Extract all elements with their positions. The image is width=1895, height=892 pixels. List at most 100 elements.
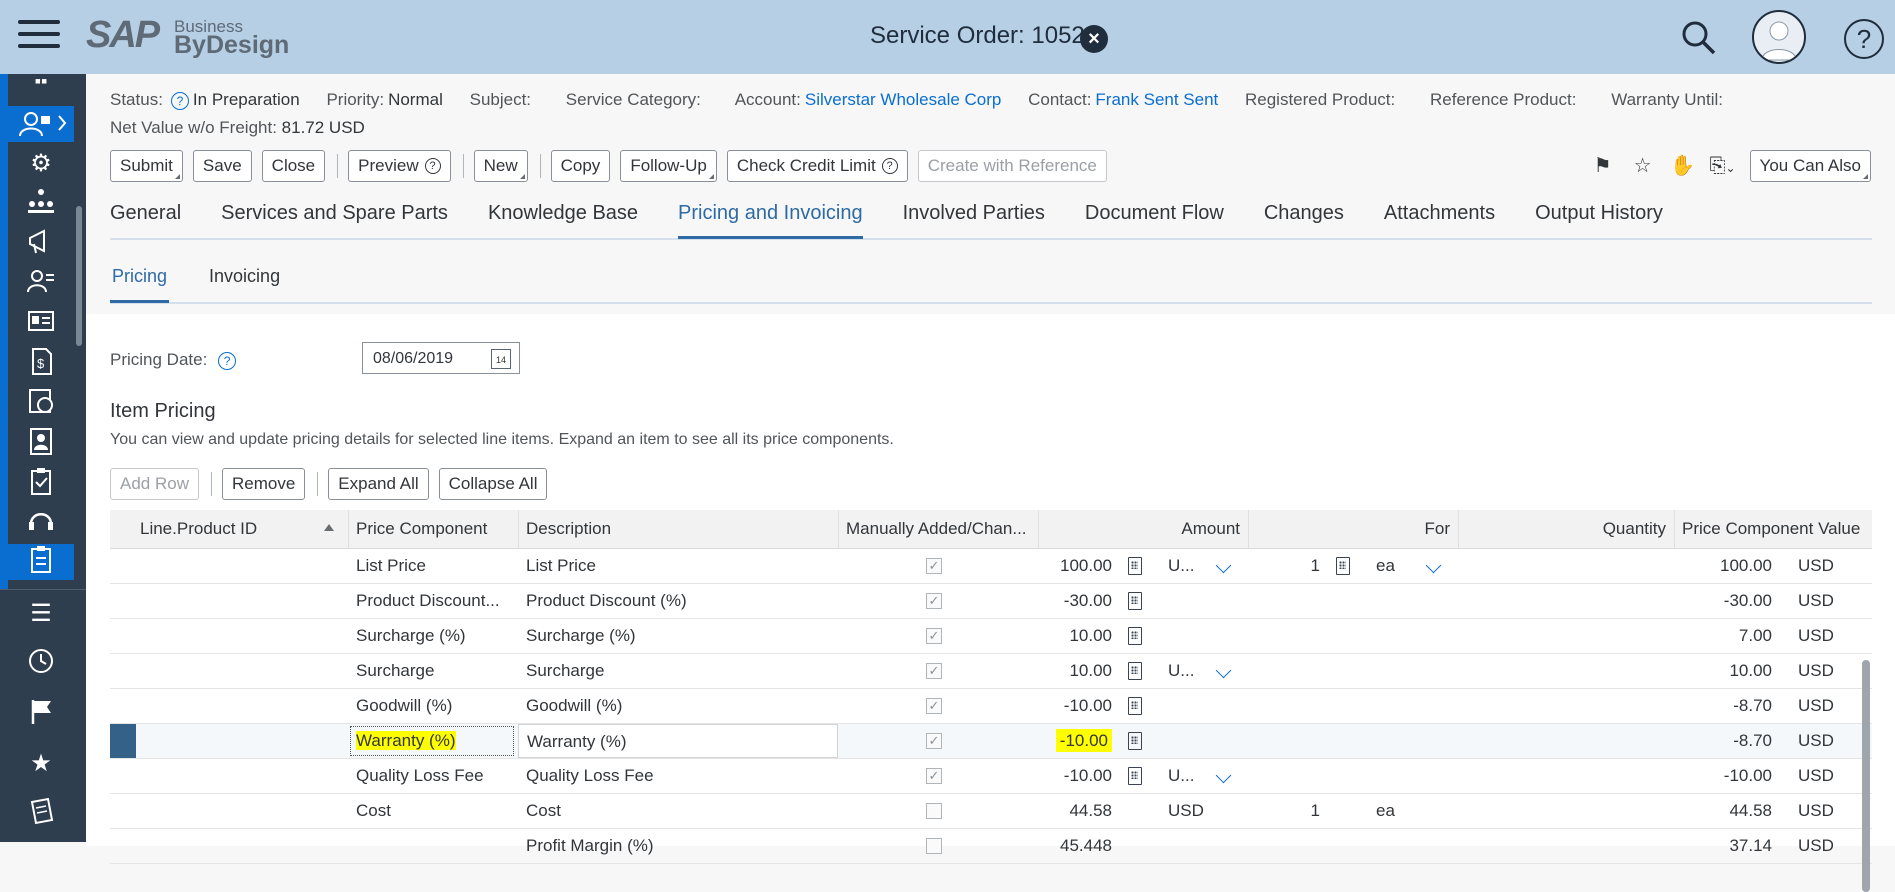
nav-list-icon[interactable]: ☰: [8, 596, 74, 632]
nav-gears-icon[interactable]: ⚙: [8, 146, 74, 182]
status-help-icon[interactable]: ?: [170, 91, 189, 110]
cell-description[interactable]: Goodwill (%): [518, 689, 838, 723]
col-price-component[interactable]: Price Component: [348, 510, 518, 548]
calculator-icon[interactable]: [1128, 662, 1142, 680]
cell-description[interactable]: Surcharge (%): [518, 619, 838, 653]
hamburger-menu-icon[interactable]: [18, 20, 60, 54]
tab-pricing-and-invoicing[interactable]: Pricing and Invoicing: [678, 194, 863, 239]
help-icon[interactable]: ?: [1844, 19, 1884, 59]
preview-button[interactable]: Preview?: [348, 150, 451, 182]
pricing-date-input[interactable]: 08/06/2019 14: [362, 342, 520, 374]
col-description[interactable]: Description: [518, 510, 838, 548]
nav-service-order-icon[interactable]: [8, 544, 74, 580]
copy-button[interactable]: Copy: [550, 150, 611, 182]
chevron-down-icon[interactable]: [1425, 557, 1442, 574]
close-icon[interactable]: ×: [1080, 25, 1108, 53]
cell-description[interactable]: List Price: [518, 549, 838, 583]
nav-megaphone-icon[interactable]: [8, 226, 74, 262]
table-row[interactable]: List Price List Price ✓ 100.00 U... 1 ea…: [110, 549, 1872, 584]
tab-knowledge-base[interactable]: Knowledge Base: [488, 194, 638, 236]
remove-button[interactable]: Remove: [221, 468, 306, 500]
table-row[interactable]: Cost Cost 44.58 USD 1 ea 44.58 USD: [110, 794, 1872, 829]
col-quantity[interactable]: Quantity: [1458, 510, 1674, 548]
cell-amount[interactable]: -10.00: [1038, 759, 1120, 793]
nav-id-card-icon[interactable]: [8, 306, 74, 342]
col-price-component-value[interactable]: Price Component Value: [1674, 510, 1872, 548]
manual-checkbox[interactable]: ✓: [926, 663, 942, 679]
tab-attachments[interactable]: Attachments: [1384, 194, 1495, 236]
search-icon[interactable]: [1680, 19, 1716, 55]
nav-web-doc-icon[interactable]: [8, 386, 74, 422]
tab-changes[interactable]: Changes: [1264, 194, 1344, 236]
cell-amount[interactable]: 10.00: [1038, 619, 1120, 653]
tab-general[interactable]: General: [110, 194, 181, 236]
calendar-icon[interactable]: 14: [491, 349, 511, 369]
cell-amount[interactable]: 100.00: [1038, 549, 1120, 583]
nav-headset-icon[interactable]: [8, 506, 74, 542]
manual-checkbox[interactable]: ✓: [926, 593, 942, 609]
cell-description[interactable]: Quality Loss Fee: [518, 759, 838, 793]
row-selector[interactable]: [110, 724, 136, 758]
submit-button[interactable]: Submit: [110, 150, 183, 182]
you-can-also-button[interactable]: You Can Also: [1749, 150, 1871, 182]
nav-contact-doc-icon[interactable]: [8, 426, 74, 462]
cell-for-unit[interactable]: ea: [1368, 549, 1418, 583]
export-icon[interactable]: ⎘⌄: [1706, 151, 1740, 181]
nav-user-lock-icon[interactable]: [8, 106, 74, 142]
pricing-date-help-icon[interactable]: ?: [218, 351, 237, 370]
hand-icon[interactable]: ✋: [1666, 151, 1700, 181]
cell-amount[interactable]: -10.00: [1038, 724, 1120, 758]
table-row-selected[interactable]: Warranty (%) Warranty (%) ✓ -10.00 -8.70…: [110, 724, 1872, 759]
check-credit-limit-button[interactable]: Check Credit Limit?: [726, 150, 908, 182]
tab-services-and-spare-parts[interactable]: Services and Spare Parts: [221, 194, 448, 236]
flag-icon[interactable]: ⚑: [1586, 151, 1620, 181]
col-line-product-id[interactable]: Line.Product ID: [132, 510, 312, 548]
manual-checkbox[interactable]: ✓: [926, 558, 942, 574]
nav-flag-icon[interactable]: [8, 696, 74, 732]
manual-checkbox[interactable]: ✓: [926, 768, 942, 784]
table-scrollbar[interactable]: [1862, 660, 1870, 892]
cell-description[interactable]: Surcharge: [518, 654, 838, 688]
tab-document-flow[interactable]: Document Flow: [1085, 194, 1224, 236]
manual-checkbox[interactable]: ✓: [926, 733, 942, 749]
avatar[interactable]: [1752, 10, 1806, 64]
calculator-icon[interactable]: [1128, 767, 1142, 785]
col-manually-added[interactable]: Manually Added/Chan...: [838, 510, 1038, 548]
nav-price-doc-icon[interactable]: $: [8, 346, 74, 382]
nav-scrollbar[interactable]: [76, 206, 82, 346]
table-row[interactable]: Product Discount... Product Discount (%)…: [110, 584, 1872, 619]
contact-link[interactable]: Frank Sent Sent: [1095, 90, 1218, 109]
calculator-icon[interactable]: [1128, 627, 1142, 645]
create-with-reference-button[interactable]: Create with Reference: [917, 150, 1107, 182]
nav-org-chart-icon[interactable]: [8, 186, 74, 222]
collapse-all-button[interactable]: Collapse All: [438, 468, 548, 500]
table-row[interactable]: Surcharge Surcharge ✓ 10.00 U... 10.00 U…: [110, 654, 1872, 689]
nav-favorites-icon[interactable]: ★: [8, 746, 74, 782]
star-icon[interactable]: ☆: [1626, 151, 1660, 181]
subtab-invoicing[interactable]: Invoicing: [207, 258, 282, 300]
calculator-icon[interactable]: [1128, 732, 1142, 750]
add-row-button[interactable]: Add Row: [110, 468, 199, 500]
cell-amount[interactable]: 10.00: [1038, 654, 1120, 688]
col-for[interactable]: For: [1248, 510, 1458, 548]
table-row[interactable]: Profit Margin (%) 45.448 37.14 USD: [110, 829, 1872, 864]
cell-for-qty[interactable]: 1: [1248, 549, 1328, 583]
tab-output-history[interactable]: Output History: [1535, 194, 1663, 236]
nav-tasks-icon[interactable]: [8, 796, 74, 832]
manual-checkbox[interactable]: [926, 838, 942, 854]
cell-unit[interactable]: U...: [1160, 759, 1220, 793]
nav-contact-list-icon[interactable]: [8, 266, 74, 302]
new-button[interactable]: New: [473, 150, 528, 182]
expand-all-button[interactable]: Expand All: [328, 468, 429, 500]
close-button[interactable]: Close: [261, 150, 326, 182]
save-button[interactable]: Save: [192, 150, 252, 182]
manual-checkbox[interactable]: ✓: [926, 628, 942, 644]
calculator-icon[interactable]: [1128, 557, 1142, 575]
manual-checkbox[interactable]: [926, 803, 942, 819]
cell-description[interactable]: Product Discount (%): [518, 584, 838, 618]
table-row[interactable]: Goodwill (%) Goodwill (%) ✓ -10.00 -8.70…: [110, 689, 1872, 724]
cell-description[interactable]: Warranty (%): [518, 724, 838, 758]
calculator-icon[interactable]: [1336, 557, 1350, 575]
subtab-pricing[interactable]: Pricing: [110, 258, 170, 303]
cell-unit[interactable]: U...: [1160, 549, 1220, 583]
